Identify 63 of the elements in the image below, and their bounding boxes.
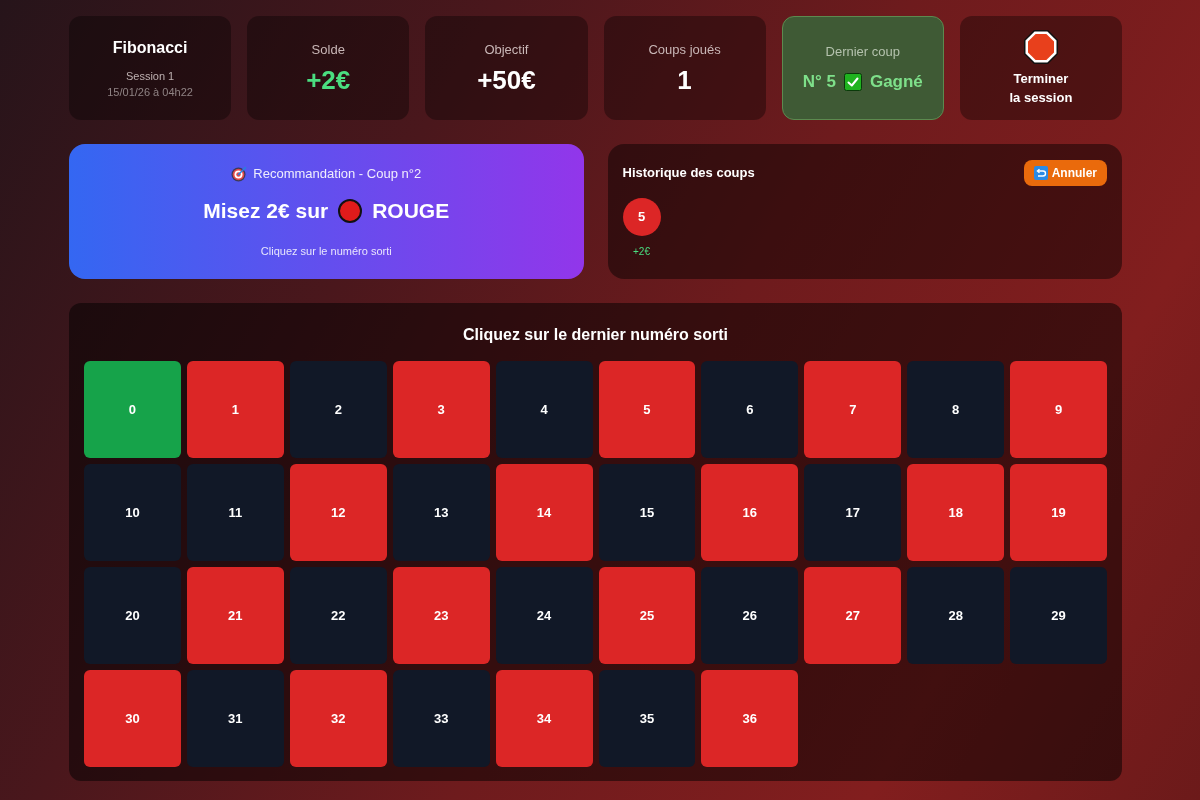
- board-title: Cliquez sur le dernier numéro sorti: [463, 325, 728, 345]
- number-tile[interactable]: 15: [598, 464, 696, 561]
- number-tile[interactable]: 24: [495, 567, 593, 664]
- number-tile[interactable]: 17: [804, 464, 902, 561]
- end-session-button[interactable]: Terminer la session: [959, 16, 1122, 120]
- number-tile[interactable]: 35: [598, 670, 696, 767]
- number-tile[interactable]: 21: [186, 567, 284, 664]
- undo-button[interactable]: Annuler: [1023, 160, 1107, 186]
- number-tile[interactable]: 6: [701, 361, 799, 458]
- number-tile[interactable]: 28: [907, 567, 1005, 664]
- bet-amount: Misez 2€ sur: [203, 198, 329, 225]
- number-tile[interactable]: 36: [701, 670, 799, 767]
- number-tile[interactable]: 3: [392, 361, 490, 458]
- number-tile[interactable]: 33: [392, 670, 490, 767]
- target-icon: [231, 165, 248, 182]
- bet-target: ROUGE: [372, 198, 450, 225]
- stat-label: Dernier coup: [825, 42, 900, 61]
- number-tile[interactable]: 11: [186, 464, 284, 561]
- stat-value: +50€: [477, 63, 536, 96]
- strategy-name: Fibonacci: [112, 37, 188, 58]
- number-tile[interactable]: 8: [907, 361, 1005, 458]
- number-tile[interactable]: 12: [289, 464, 387, 561]
- session-name: Session 1: [125, 68, 175, 84]
- circle-icon: [338, 199, 363, 223]
- recommendation-heading: Recommandation - Coup n°2: [253, 164, 422, 183]
- stop-sign-icon: [1022, 29, 1059, 65]
- number-tile[interactable]: 22: [289, 567, 387, 664]
- stat-value: +2€: [306, 63, 351, 96]
- number-tile[interactable]: 29: [1010, 567, 1107, 664]
- number-tile[interactable]: 10: [84, 464, 181, 561]
- recommendation-hint: Cliquez sur le numéro sorti: [260, 243, 392, 259]
- number-tile[interactable]: 13: [392, 464, 490, 561]
- number-tile[interactable]: 5: [598, 361, 696, 458]
- number-tile[interactable]: 19: [1010, 464, 1107, 561]
- number-tile[interactable]: 9: [1010, 361, 1107, 458]
- number-tile[interactable]: 4: [495, 361, 593, 458]
- number-tile[interactable]: 31: [186, 670, 284, 767]
- number-tile[interactable]: 30: [84, 670, 181, 767]
- check-icon: [843, 72, 862, 91]
- number-tile[interactable]: 1: [186, 361, 284, 458]
- history-gain: +2€: [633, 245, 650, 259]
- number-tile[interactable]: 26: [701, 567, 799, 664]
- last-number: N° 5: [802, 71, 836, 93]
- stat-label: Solde: [311, 41, 345, 59]
- number-tile[interactable]: 16: [701, 464, 799, 561]
- number-tile[interactable]: 20: [84, 567, 181, 664]
- session-date: 15/01/26 à 04h22: [107, 85, 193, 100]
- number-tile[interactable]: 25: [598, 567, 696, 664]
- last-result: Gagné: [869, 71, 923, 93]
- number-tile[interactable]: 0: [84, 361, 181, 458]
- number-tile[interactable]: 34: [495, 670, 593, 767]
- number-tile[interactable]: 23: [392, 567, 490, 664]
- history-title: Historique des coups: [622, 164, 755, 183]
- number-tile[interactable]: 14: [495, 464, 593, 561]
- number-tile[interactable]: 32: [289, 670, 387, 767]
- history-number: 5: [622, 198, 661, 236]
- stat-value: 1: [677, 63, 692, 96]
- number-tile[interactable]: 18: [907, 464, 1005, 561]
- number-tile[interactable]: 2: [289, 361, 387, 458]
- number-tile[interactable]: 27: [804, 567, 902, 664]
- stat-label: Coups joués: [648, 41, 721, 59]
- stat-label: Objectif: [484, 41, 529, 59]
- number-tile[interactable]: 7: [804, 361, 902, 458]
